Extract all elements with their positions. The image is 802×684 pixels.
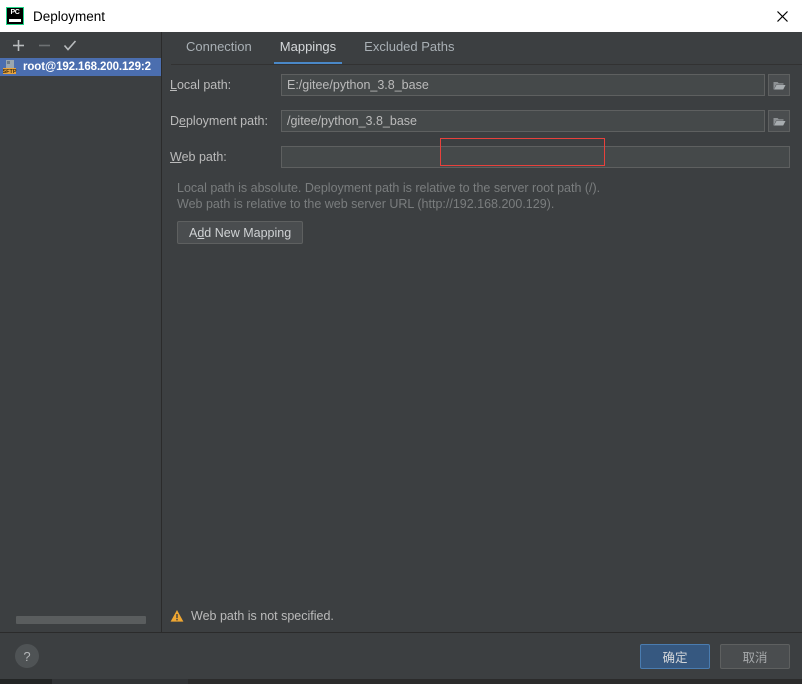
local-path-field[interactable]: E:/gitee/python_3.8_base [281, 74, 765, 96]
close-icon [776, 10, 788, 22]
mappings-hint: Local path is absolute. Deployment path … [170, 180, 802, 212]
sidebar-toolbar [0, 32, 161, 58]
title-bar: PC Deployment [0, 0, 802, 32]
warning-triangle-icon [170, 610, 184, 622]
add-new-mapping-button[interactable]: Add New Mapping [177, 221, 304, 244]
local-path-browse-button[interactable] [768, 74, 790, 96]
bottom-strip-segment-2 [52, 679, 188, 684]
web-path-label: Web path: [170, 150, 227, 164]
deployment-path-label: Deployment path: [170, 114, 268, 128]
main-panel: Connection Mappings Excluded Paths Local… [163, 32, 802, 632]
cancel-button-label: 取消 [742, 651, 768, 665]
tab-connection[interactable]: Connection [172, 32, 266, 64]
folder-open-icon [773, 81, 785, 89]
servers-sidebar: SFTP root@192.168.200.129:2 [0, 32, 162, 632]
server-list: SFTP root@192.168.200.129:2 [0, 58, 161, 76]
tab-mappings-label: Mappings [279, 39, 337, 54]
deployment-path-browse-button[interactable] [768, 110, 790, 132]
sftp-server-icon: SFTP [2, 59, 19, 75]
sidebar-horizontal-scrollbar[interactable] [0, 614, 162, 626]
help-circle-icon: ? [23, 648, 31, 664]
add-server-button[interactable] [6, 34, 30, 56]
deployment-path-row: Deployment path: /gitee/python_3.8_base [170, 110, 802, 132]
sidebar-item-label: root@192.168.200.129:2 [23, 61, 151, 73]
help-button[interactable]: ? [15, 644, 39, 668]
tab-bar: Connection Mappings Excluded Paths [163, 32, 802, 65]
bottom-strip-segment-1 [0, 679, 52, 684]
pycharm-logo-bar [9, 19, 21, 22]
ok-button[interactable]: 确定 [640, 644, 710, 669]
ok-button-label: 确定 [662, 651, 688, 665]
mappings-form: Local path: E:/gitee/python_3.8_base Dep… [163, 65, 802, 244]
web-path-field[interactable] [281, 146, 790, 168]
tab-excluded-paths-label: Excluded Paths [364, 39, 455, 54]
pycharm-logo-text: PC [10, 9, 20, 16]
sidebar-item-sftp-server[interactable]: SFTP root@192.168.200.129:2 [0, 58, 161, 76]
validation-warning-text: Web path is not specified. [191, 609, 334, 623]
set-default-server-button[interactable] [58, 34, 82, 56]
deployment-dialog: PC Deployment SFTP root@192.168.200.129:… [0, 0, 802, 684]
cancel-button[interactable]: 取消 [720, 644, 790, 669]
folder-open-icon [773, 117, 785, 125]
hint-line-2: Web path is relative to the web server U… [177, 197, 555, 211]
deployment-path-field[interactable]: /gitee/python_3.8_base [281, 110, 765, 132]
local-path-row: Local path: E:/gitee/python_3.8_base [170, 74, 802, 96]
local-path-label: Local path: [170, 78, 232, 92]
bottom-edge-strip [0, 679, 802, 684]
validation-warning: Web path is not specified. [170, 609, 334, 623]
tab-mappings[interactable]: Mappings [266, 32, 350, 64]
dialog-footer: ? 确定 取消 [0, 632, 802, 679]
tab-connection-label: Connection [186, 39, 252, 54]
window-title: Deployment [33, 8, 106, 24]
plus-icon [12, 39, 24, 51]
hint-line-1: Local path is absolute. Deployment path … [177, 181, 601, 195]
minus-icon [38, 44, 50, 46]
add-new-mapping-label: Add New Mapping [189, 225, 292, 240]
local-path-value: E:/gitee/python_3.8_base [287, 78, 429, 92]
web-path-row: Web path: [170, 146, 802, 168]
tab-excluded-paths[interactable]: Excluded Paths [350, 32, 468, 64]
svg-text:SFTP: SFTP [3, 69, 17, 75]
pycharm-logo-icon: PC [6, 7, 24, 25]
scrollbar-thumb[interactable] [16, 616, 146, 624]
check-icon [63, 39, 77, 51]
deployment-path-value: /gitee/python_3.8_base [287, 114, 417, 128]
remove-server-button[interactable] [32, 34, 56, 56]
close-button[interactable] [762, 0, 802, 32]
